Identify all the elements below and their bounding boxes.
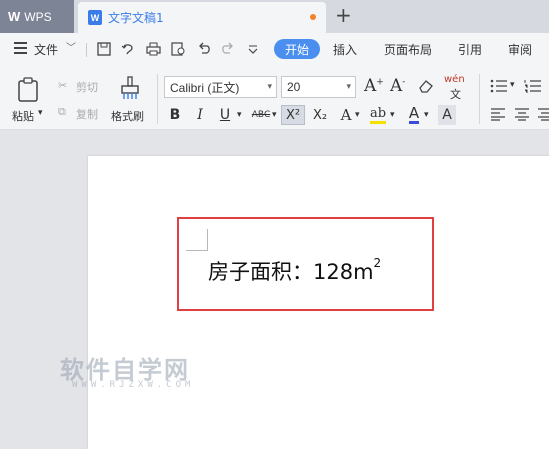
subscript-button[interactable]: X₂ — [309, 105, 331, 125]
align-left-icon[interactable] — [490, 106, 506, 122]
hamburger-menu-icon[interactable] — [14, 42, 27, 57]
tab-start[interactable]: 开始 — [274, 39, 320, 59]
file-menu-button[interactable]: 文件 — [34, 41, 58, 58]
wps-home-tab[interactable]: W WPS — [0, 0, 74, 33]
chevron-down-icon[interactable]: ▾ — [510, 80, 515, 90]
chevron-down-icon[interactable]: ▾ — [390, 110, 395, 120]
pinyin-guide-button[interactable]: wén — [444, 74, 465, 85]
writer-doc-icon: W — [88, 10, 102, 25]
print-icon[interactable] — [145, 41, 161, 57]
undo-icon[interactable] — [196, 41, 212, 57]
numbered-list-icon[interactable] — [524, 78, 542, 94]
font-name-select[interactable]: Calibri (正文) ▾ — [164, 76, 277, 98]
bullet-list-icon[interactable] — [490, 78, 508, 94]
chevron-down-icon[interactable]: ▾ — [355, 110, 360, 120]
document-tab-title: 文字文稿1 — [108, 11, 164, 25]
paste-button-label[interactable]: 粘贴 — [12, 108, 34, 124]
grow-font-icon[interactable]: A+ — [364, 76, 384, 96]
chevron-down-icon[interactable]: ﹀ — [66, 39, 76, 54]
tab-insert[interactable]: 插入 — [333, 41, 357, 58]
format-painter-button[interactable]: 格式刷 — [111, 108, 144, 124]
highlight-color-icon[interactable]: ab — [368, 105, 388, 125]
font-name-value: Calibri (正文) — [170, 80, 240, 95]
copy-icon: ⧉ — [58, 105, 66, 118]
character-shading-icon[interactable]: A — [438, 105, 456, 125]
font-color-icon[interactable]: A — [405, 105, 423, 125]
more-icon[interactable] — [245, 41, 261, 57]
font-size-value: 20 — [287, 80, 301, 94]
divider — [86, 43, 87, 57]
align-center-icon[interactable] — [514, 106, 530, 122]
bold-button[interactable]: B — [166, 105, 184, 125]
tab-references[interactable]: 引用 — [458, 41, 482, 58]
superscript-text: 2 — [373, 256, 382, 270]
divider — [479, 74, 480, 124]
watermark-url: WWW.RJZXW.COM — [72, 380, 195, 390]
superscript-button[interactable]: X² — [281, 105, 305, 125]
shrink-font-icon[interactable]: A- — [390, 76, 405, 96]
eraser-icon[interactable] — [418, 78, 434, 94]
font-size-select[interactable]: 20 ▾ — [281, 76, 356, 98]
strikethrough-button[interactable]: ABC — [250, 105, 272, 125]
wps-home-label: WPS — [24, 9, 52, 24]
italic-button[interactable]: I — [191, 105, 209, 125]
chevron-down-icon: ▾ — [267, 81, 272, 91]
format-painter-icon[interactable] — [118, 74, 142, 102]
save-icon[interactable] — [96, 41, 112, 57]
chevron-down-icon[interactable]: ▾ — [272, 110, 277, 120]
scissors-icon: ✂ — [58, 79, 68, 92]
unsaved-indicator-icon — [310, 14, 316, 20]
underline-button[interactable]: U — [216, 105, 234, 125]
copy-button[interactable]: 复制 — [76, 106, 98, 122]
redo-icon[interactable] — [220, 41, 236, 57]
pinyin-char: 文 — [450, 88, 461, 101]
tab-bar: W WPS W 文字文稿1 + — [0, 0, 549, 33]
paste-dropdown-icon[interactable]: ▾ — [38, 108, 43, 118]
document-body-text[interactable]: 房子面积：128m2 — [208, 256, 381, 286]
chevron-down-icon: ▾ — [346, 81, 351, 91]
divider — [157, 74, 158, 124]
body-text-main: 房子面积：128m — [208, 260, 374, 284]
tab-page-layout[interactable]: 页面布局 — [384, 41, 432, 58]
new-tab-button[interactable]: + — [335, 3, 352, 27]
undo-history-icon[interactable] — [120, 41, 136, 57]
tab-review[interactable]: 审阅 — [508, 41, 532, 58]
paste-icon[interactable] — [16, 76, 42, 104]
chevron-down-icon[interactable]: ▾ — [237, 110, 242, 120]
ribbon-toolbar: 粘贴 ▾ ✂ 剪切 ⧉ 复制 格式刷 Calibri (正文) ▾ 20 ▾ A… — [0, 64, 549, 130]
cut-button[interactable]: 剪切 — [76, 79, 98, 95]
chevron-down-icon[interactable]: ▾ — [424, 110, 429, 120]
align-right-icon[interactable] — [537, 106, 549, 122]
wps-logo-icon: W — [8, 9, 21, 24]
print-preview-icon[interactable] — [170, 41, 186, 57]
document-tab[interactable]: W 文字文稿1 — [78, 2, 326, 33]
menu-bar: 文件 ﹀ 开始 插入 页面布局 引用 审阅 — [0, 33, 549, 64]
text-effect-icon[interactable]: A — [337, 105, 355, 125]
